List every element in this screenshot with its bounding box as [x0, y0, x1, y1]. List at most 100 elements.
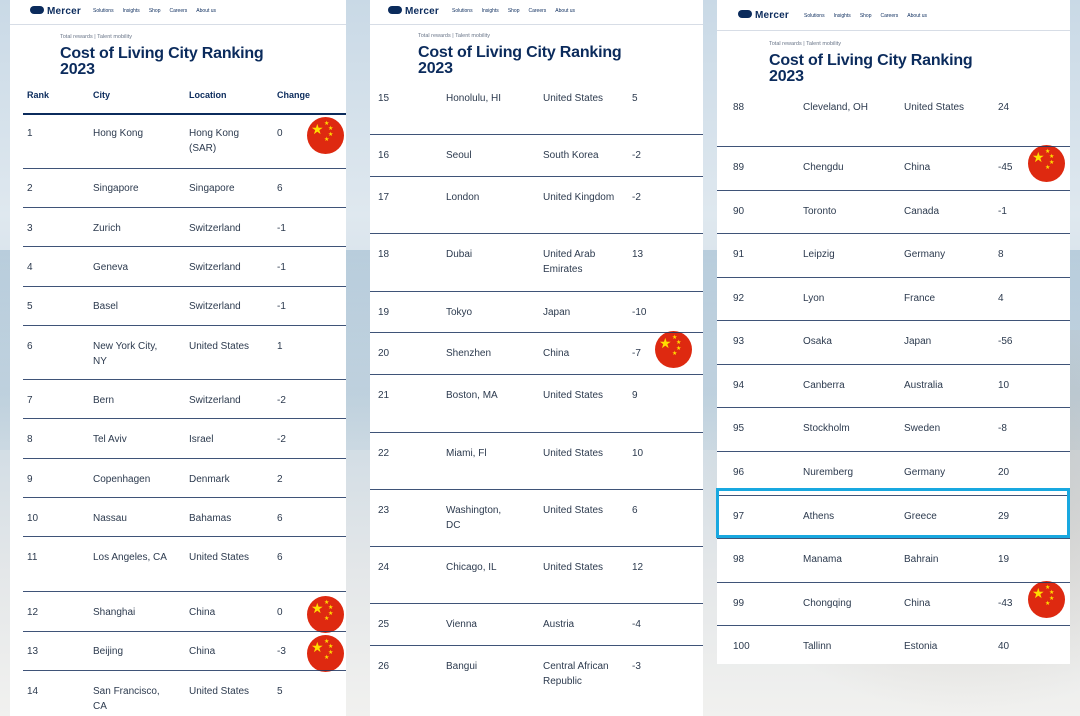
breadcrumb-talent-mobility[interactable]: Talent mobility — [806, 41, 841, 47]
nav-insights[interactable]: Insights — [123, 8, 140, 14]
row-divider — [370, 546, 703, 547]
cell-change: 6 — [632, 505, 638, 516]
china-flag-icon: ★ ★ ★ ★ ★ — [307, 117, 344, 154]
cell-rank: 92 — [733, 293, 745, 304]
cell-rank: 22 — [378, 448, 390, 459]
row-divider — [23, 325, 346, 326]
page-title: Cost of Living City Ranking 2023 — [60, 45, 264, 78]
row-divider — [717, 582, 1070, 583]
cell-city: Toronto — [803, 206, 837, 217]
page-title: Cost of Living City Ranking 2023 — [418, 44, 622, 77]
row-divider — [23, 379, 346, 380]
cell-location: Israel — [189, 434, 214, 445]
cell-city: Shenzhen — [446, 348, 492, 359]
cell-location: Germany — [904, 249, 946, 260]
cell-rank: 3 — [27, 223, 33, 234]
cell-city: Geneva — [93, 262, 129, 273]
breadcrumb-talent-mobility[interactable]: Talent mobility — [455, 33, 490, 39]
breadcrumb: Total rewards | Talent mobility — [769, 41, 841, 47]
cell-rank: 8 — [27, 434, 33, 445]
cell-change: 1 — [277, 341, 283, 352]
cell-rank: 94 — [733, 380, 745, 391]
mercer-logo[interactable]: Mercer — [738, 10, 789, 21]
cell-change: -2 — [632, 192, 641, 203]
breadcrumb-talent-mobility[interactable]: Talent mobility — [97, 34, 132, 40]
cell-location: Denmark — [189, 474, 230, 485]
cell-city: Singapore — [93, 183, 139, 194]
col-change-header: Change — [277, 90, 311, 100]
china-flag-icon: ★ ★ ★ ★ ★ — [307, 635, 344, 672]
cell-city: Chongqing — [803, 598, 852, 609]
row-divider — [370, 233, 703, 234]
cell-change: -2 — [277, 395, 286, 406]
nav-shop[interactable]: Shop — [149, 8, 161, 14]
cell-city: Nassau — [93, 513, 127, 524]
cell-change: 0 — [277, 128, 283, 139]
cell-location: Bahamas — [189, 513, 232, 524]
cell-city: Osaka — [803, 336, 832, 347]
cell-change: 2 — [277, 474, 283, 485]
nav-about[interactable]: About us — [196, 8, 216, 14]
cell-change: -8 — [998, 423, 1007, 434]
site-nav: Mercer Solutions Insights Shop Careers About… — [370, 0, 703, 25]
row-divider — [23, 670, 346, 671]
cell-rank: 4 — [27, 262, 33, 273]
cell-rank: 89 — [733, 162, 745, 173]
nav-solutions[interactable]: Solutions — [804, 13, 825, 19]
mercer-logo[interactable]: Mercer — [30, 6, 81, 17]
ranking-panel-3: Mercer Solutions Insights Shop Careers About… — [717, 0, 1070, 664]
cell-rank: 5 — [27, 301, 33, 312]
ranking-panel-1: Mercer Solutions Insights Shop Careers About… — [10, 0, 346, 716]
cell-city: Hong Kong — [93, 128, 144, 139]
nav-careers[interactable]: Careers — [529, 8, 547, 14]
cell-city: Leipzig — [803, 249, 835, 260]
row-divider — [370, 374, 703, 375]
cell-change: 5 — [632, 93, 638, 104]
nav-shop[interactable]: Shop — [860, 13, 872, 19]
nav-about[interactable]: About us — [555, 8, 575, 14]
cell-change: -4 — [632, 619, 641, 630]
breadcrumb-total-rewards[interactable]: Total rewards — [769, 41, 802, 47]
breadcrumb-total-rewards[interactable]: Total rewards — [60, 34, 93, 40]
breadcrumb-total-rewards[interactable]: Total rewards — [418, 33, 451, 39]
cell-change: 10 — [632, 448, 644, 459]
cell-rank: 18 — [378, 249, 390, 260]
nav-solutions[interactable]: Solutions — [452, 8, 473, 14]
ranking-panel-2: Mercer Solutions Insights Shop Careers About… — [370, 0, 703, 716]
cell-change: -1 — [277, 301, 286, 312]
cell-location: United States — [189, 686, 250, 697]
china-flag-icon: ★ ★ ★ ★ ★ — [1028, 145, 1065, 182]
cell-change: 20 — [998, 467, 1010, 478]
breadcrumb: Total rewards | Talent mobility — [60, 34, 132, 40]
cell-location: United States — [904, 102, 965, 113]
site-nav: Mercer Solutions Insights Shop Careers About… — [10, 0, 346, 25]
cell-location: Japan — [543, 307, 571, 318]
nav-insights[interactable]: Insights — [482, 8, 499, 14]
nav-careers[interactable]: Careers — [170, 8, 188, 14]
nav-careers[interactable]: Careers — [881, 13, 899, 19]
cell-city: Dubai — [446, 249, 473, 260]
cell-city: Washington, DC — [446, 505, 502, 531]
cell-location: China — [904, 598, 931, 609]
cell-city: Lyon — [803, 293, 825, 304]
nav-about[interactable]: About us — [907, 13, 927, 19]
cell-location: United Kingdom — [543, 192, 615, 203]
cell-location: South Korea — [543, 150, 599, 161]
breadcrumb: Total rewards | Talent mobility — [418, 33, 490, 39]
nav-shop[interactable]: Shop — [508, 8, 520, 14]
cell-rank: 23 — [378, 505, 390, 516]
cell-city: Shanghai — [93, 607, 136, 618]
row-divider — [717, 364, 1070, 365]
nav-links: Solutions Insights Shop Careers About us — [452, 8, 584, 14]
row-divider — [717, 320, 1070, 321]
row-divider — [23, 497, 346, 498]
nav-solutions[interactable]: Solutions — [93, 8, 114, 14]
cell-rank: 13 — [27, 646, 39, 657]
cell-city: Basel — [93, 301, 119, 312]
cell-city: Tel Aviv — [93, 434, 127, 445]
row-divider — [717, 407, 1070, 408]
nav-insights[interactable]: Insights — [834, 13, 851, 19]
cell-location: China — [189, 607, 216, 618]
mercer-logo[interactable]: Mercer — [388, 6, 439, 17]
cell-rank: 91 — [733, 249, 745, 260]
